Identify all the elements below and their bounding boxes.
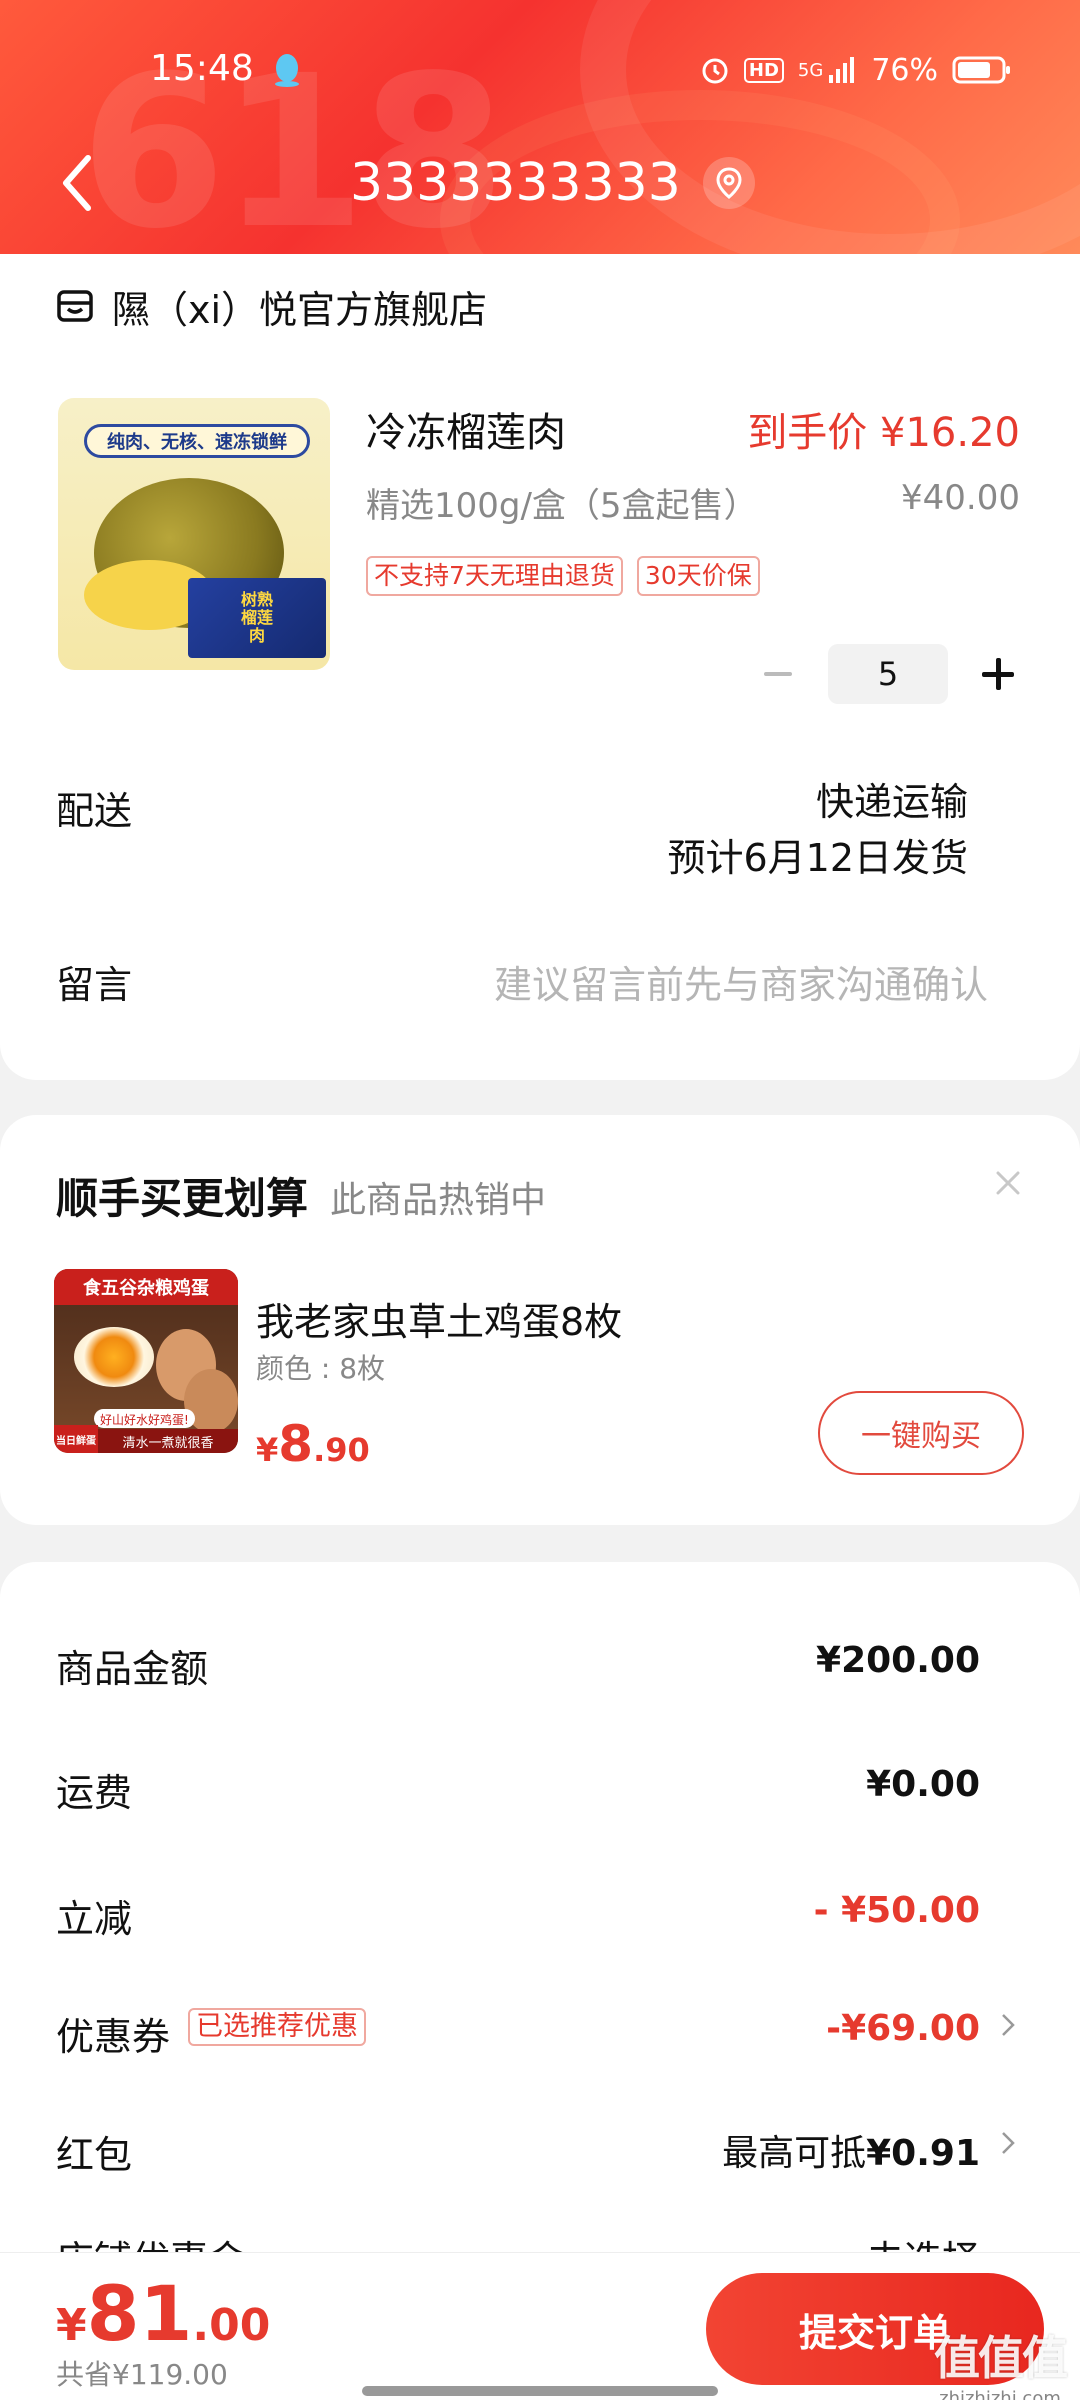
coupon-value[interactable]: -¥69.00 <box>826 2008 980 2049</box>
delivery-method: 快递运输 <box>815 780 968 824</box>
delivery-eta: 预计6月12日发货 <box>667 836 968 880</box>
watermark-logo: 值值值 <box>934 2331 1068 2385</box>
goods-amount-value: ¥200.00 <box>816 1640 980 1681</box>
total-price: ¥81.00 <box>56 2269 271 2358</box>
total-saved: 共省¥119.00 <box>56 2358 228 2391</box>
hd-badge: HD <box>743 57 784 83</box>
coupon-recommended-badge: 已选推荐优惠 <box>188 2008 366 2046</box>
goods-amount-label: 商品金额 <box>56 1647 209 1691</box>
qq-notification-icon <box>275 54 299 87</box>
red-packet-label[interactable]: 红包 <box>56 2124 132 2179</box>
battery-percent: 76% <box>871 52 938 88</box>
address-title: 3333333333 <box>350 153 681 213</box>
recommend-image-headline: 食五谷杂粮鸡蛋 <box>83 1278 209 1299</box>
checkout-bar: ¥81.00 共省¥119.00 提交订单 <box>0 2252 1080 2400</box>
signal-icon <box>829 57 855 83</box>
recommend-card: 顺手买更划算 此商品热销中 食五谷杂粮鸡蛋 好山好水好鸡蛋! 当日鲜蛋 清水一煮… <box>0 1115 1080 1525</box>
shop-header[interactable]: 隰（xi）悦官方旗舰店 <box>56 276 487 336</box>
egg-yolk-illustration <box>74 1327 154 1387</box>
product-box-illustration: 树熟榴莲肉 <box>188 578 326 658</box>
coupon-label[interactable]: 优惠券 <box>56 2006 170 2061</box>
site-watermark: 值值值 zhizhizhi.com <box>934 2322 1068 2400</box>
chevron-right-icon[interactable] <box>998 2010 1018 2040</box>
no-return-tag: 不支持7天无理由退货 <box>366 556 623 596</box>
recommend-product-name[interactable]: 我老家虫草土鸡蛋8枚 <box>256 1291 622 1346</box>
order-item-card: 隰（xi）悦官方旗舰店 纯肉、无核、速冻锁鲜 树熟榴莲肉 冷冻榴莲肉 到手价 ¥… <box>0 254 1080 1080</box>
status-time: 15:48 <box>150 48 254 89</box>
alarm-icon <box>702 58 728 84</box>
recommend-product-image[interactable]: 食五谷杂粮鸡蛋 好山好水好鸡蛋! 当日鲜蛋 清水一煮就很香 <box>54 1269 238 1453</box>
recommend-product-price: ¥8.90 <box>256 1415 370 1473</box>
watermark-url: zhizhizhi.com <box>939 2388 1061 2400</box>
shipping-value: ¥0.00 <box>866 1764 980 1805</box>
recommend-product-variant: 颜色 : 8枚 <box>256 1352 386 1385</box>
increase-quantity-button[interactable] <box>978 654 1018 694</box>
address-selector[interactable]: 3333333333 <box>350 148 755 218</box>
product-name[interactable]: 冷冻榴莲肉 <box>366 400 566 458</box>
close-icon[interactable] <box>990 1165 1026 1201</box>
note-label: 留言 <box>56 963 133 1007</box>
product-tags: 不支持7天无理由退货 30天价保 <box>366 556 760 596</box>
header-banner: 618 15:48 HD 5G 76% 3333333333 <box>0 0 1080 254</box>
store-icon <box>57 290 93 322</box>
recommend-image-footer: 清水一煮就很香 <box>98 1429 238 1453</box>
back-arrow-icon[interactable] <box>56 148 104 218</box>
shipping-label: 运费 <box>56 1771 133 1815</box>
battery-icon <box>952 56 1010 84</box>
product-final-price: 到手价 ¥16.20 <box>747 410 1020 456</box>
recommend-image-badge: 当日鲜蛋 <box>54 1425 98 1453</box>
recommend-image-tag: 好山好水好鸡蛋! <box>94 1409 195 1428</box>
shop-name: 隰（xi）悦官方旗舰店 <box>112 287 488 332</box>
product-image-banner: 纯肉、无核、速冻锁鲜 <box>84 424 310 458</box>
instant-discount-value: - ¥50.00 <box>813 1890 980 1931</box>
product-image[interactable]: 纯肉、无核、速冻锁鲜 树熟榴莲肉 <box>58 398 330 670</box>
note-input[interactable]: 建议留言前先与商家沟通确认 <box>494 954 988 1009</box>
quantity-value[interactable]: 5 <box>828 644 948 704</box>
home-indicator[interactable] <box>362 2386 718 2396</box>
product-spec[interactable]: 精选100g/盒（5盒起售） <box>366 478 758 527</box>
one-click-buy-button[interactable]: 一键购买 <box>818 1391 1024 1475</box>
price-protect-tag: 30天价保 <box>636 556 760 596</box>
status-icons: HD 5G 76% <box>700 50 1012 90</box>
location-pin-icon <box>702 157 755 209</box>
chevron-right-icon[interactable] <box>998 2128 1018 2158</box>
instant-discount-label: 立减 <box>56 1897 133 1941</box>
recommend-title: 顺手买更划算 <box>56 1174 309 1223</box>
product-original-price: ¥40.00 <box>901 478 1020 518</box>
quantity-stepper: 5 <box>758 644 1018 704</box>
red-packet-value[interactable]: 最高可抵¥0.91 <box>722 2124 980 2176</box>
delivery-info[interactable]: 快递运输 预计6月12日发货 <box>667 774 968 886</box>
network-label: 5G <box>797 59 824 81</box>
delivery-label: 配送 <box>56 789 133 833</box>
recommend-subtitle: 此商品热销中 <box>330 1180 547 1221</box>
decrease-quantity-button[interactable] <box>758 654 798 694</box>
